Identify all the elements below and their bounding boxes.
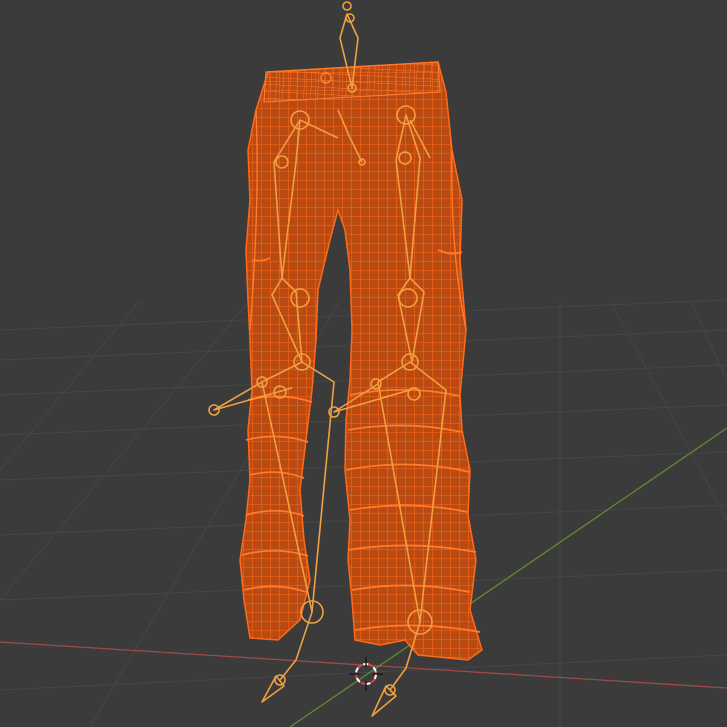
cargo-pants-mesh[interactable] [239, 61, 483, 661]
viewport-canvas[interactable] [0, 0, 727, 727]
3d-viewport[interactable] [0, 0, 727, 727]
3d-cursor-icon[interactable] [349, 657, 383, 691]
